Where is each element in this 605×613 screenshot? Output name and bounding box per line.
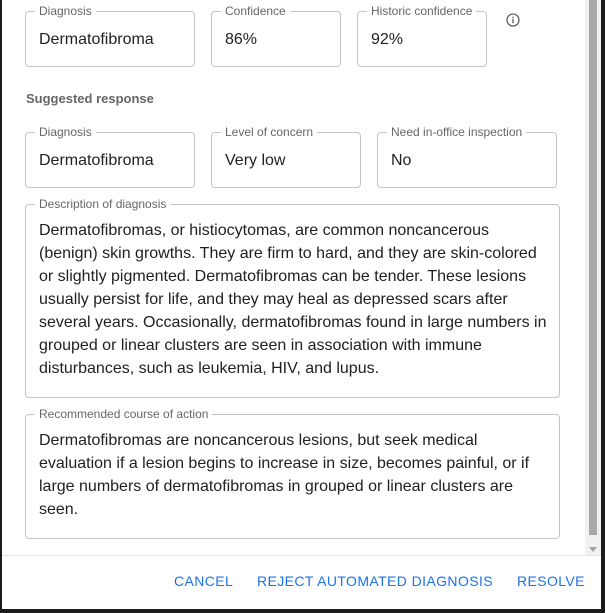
course-of-action-field[interactable]: Recommended course of action Dermatofibr… — [25, 407, 560, 539]
suggested-response-title: Suggested response — [26, 91, 154, 106]
scrollbar[interactable] — [585, 0, 601, 555]
suggested-diagnosis-label: Diagnosis — [35, 125, 96, 139]
resolve-button[interactable]: RESOLVE — [517, 573, 585, 589]
in-office-inspection-field[interactable]: Need in-office inspection No — [377, 125, 557, 188]
course-of-action-label: Recommended course of action — [35, 407, 213, 421]
historic-confidence-value: 92% — [371, 31, 404, 48]
in-office-inspection-value: No — [391, 152, 412, 169]
course-of-action-text: Dermatofibromas are noncancerous lesions… — [39, 432, 530, 518]
description-field[interactable]: Description of diagnosis Dermatofibromas… — [25, 197, 560, 398]
confidence-field[interactable]: Confidence 86% — [211, 4, 341, 67]
diagnosis-dialog: Diagnosis Dermatofibroma Confidence 86% … — [2, 0, 601, 609]
dialog-content: Diagnosis Dermatofibroma Confidence 86% … — [2, 0, 585, 555]
diagnosis-label: Diagnosis — [35, 4, 96, 18]
diagnosis-field[interactable]: Diagnosis Dermatofibroma — [25, 4, 195, 67]
scroll-down-arrow-icon[interactable] — [589, 547, 597, 552]
in-office-inspection-label: Need in-office inspection — [387, 125, 527, 139]
level-of-concern-label: Level of concern — [221, 125, 318, 139]
description-text: Dermatofibromas, or histiocytomas, are c… — [39, 222, 547, 377]
scrollbar-thumb[interactable] — [589, 0, 597, 535]
suggested-diagnosis-value: Dermatofibroma — [39, 152, 154, 169]
cancel-button[interactable]: CANCEL — [174, 573, 233, 589]
historic-confidence-label: Historic confidence — [367, 4, 477, 18]
reject-automated-diagnosis-button[interactable]: REJECT AUTOMATED DIAGNOSIS — [257, 573, 493, 589]
suggested-diagnosis-field[interactable]: Diagnosis Dermatofibroma — [25, 125, 195, 188]
info-icon[interactable] — [506, 13, 520, 27]
confidence-label: Confidence — [221, 4, 290, 18]
confidence-value: 86% — [225, 31, 258, 48]
dialog-actions: CANCEL REJECT AUTOMATED DIAGNOSIS RESOLV… — [2, 555, 601, 609]
diagnosis-value: Dermatofibroma — [39, 31, 154, 48]
description-label: Description of diagnosis — [35, 197, 171, 211]
historic-confidence-field[interactable]: Historic confidence 92% — [357, 4, 487, 67]
level-of-concern-value: Very low — [225, 152, 286, 169]
level-of-concern-field[interactable]: Level of concern Very low — [211, 125, 361, 188]
